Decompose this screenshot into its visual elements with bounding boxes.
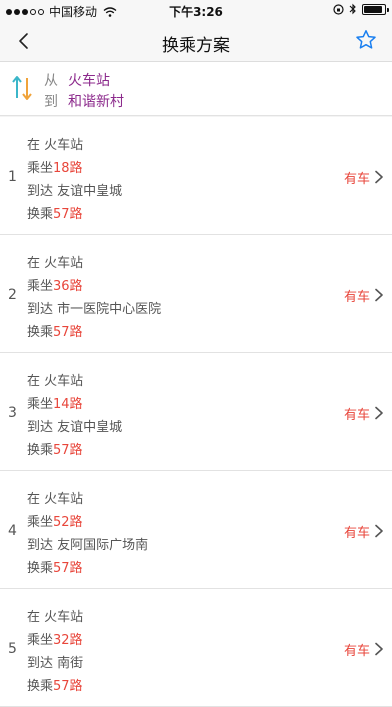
take-label: 乘坐 [27,633,54,648]
plan-start-station: 火车站 [44,374,84,389]
plan-transfer-route: 57路 [53,443,83,458]
plan-bus-route: 32路 [53,633,83,648]
plan-item[interactable]: 2 在 火车站 乘坐36路 到达 市一医院中心医院 换乘57路 有车 [0,235,392,353]
battery-fill [364,5,382,13]
status-bar: 中国移动 下午3:26 [0,0,392,20]
to-place[interactable]: 和谐新村 [68,91,124,111]
chevron-right-icon [375,406,383,420]
plan-start-line: 在 火车站 [27,370,83,389]
lock-rotation-icon [333,3,344,15]
route-header: 从 火车站 到 和谐新村 [0,62,392,116]
plan-transfer-route: 57路 [53,679,83,694]
to-label: 到 [44,94,58,110]
plan-bus-line: 乘坐18路 [27,157,83,176]
take-label: 乘坐 [27,161,54,176]
plan-arrive-station: 南街 [57,656,84,671]
chevron-right-icon [375,524,383,538]
chevron-right-icon [375,170,383,184]
plan-bus-route: 18路 [53,161,83,176]
arrive-label: 到达 [27,302,54,317]
at-label: 在 [27,492,41,507]
at-label: 在 [27,138,41,153]
route-from-row: 从 火车站 [44,70,110,90]
arrive-label: 到达 [27,184,54,199]
plan-transfer-line: 换乘57路 [27,439,83,458]
plan-start-station: 火车站 [44,610,84,625]
bluetooth-icon [349,3,356,15]
from-label: 从 [44,73,58,89]
transfer-label: 换乘 [27,207,54,222]
page-title: 换乘方案 [162,36,230,56]
plan-arrive-station: 友谊中皇城 [57,184,123,199]
availability-badge: 有车 [343,172,370,187]
transfer-label: 换乘 [27,679,54,694]
plan-item[interactable]: 3 在 火车站 乘坐14路 到达 友谊中皇城 换乘57路 有车 [0,353,392,471]
plan-arrive-station: 友阿国际广场南 [57,538,149,553]
plan-start-station: 火车站 [44,492,84,507]
transfer-label: 换乘 [27,325,54,340]
plan-transfer-line: 换乘57路 [27,675,83,694]
availability-badge: 有车 [343,290,370,305]
from-place[interactable]: 火车站 [68,70,110,90]
arrive-label: 到达 [27,538,54,553]
status-right [333,3,389,15]
plan-arrive-station: 市一医院中心医院 [57,302,162,317]
plan-transfer-line: 换乘57路 [27,203,83,222]
plan-bus-route: 52路 [53,515,83,530]
take-label: 乘坐 [27,279,54,294]
plan-bus-line: 乘坐14路 [27,393,83,412]
plan-start-line: 在 火车站 [27,134,83,153]
at-label: 在 [27,610,41,625]
plan-arrive-line: 到达 市一医院中心医院 [27,298,161,317]
route-to-row: 到 和谐新村 [44,91,124,111]
plan-list: 1 在 火车站 乘坐18路 到达 友谊中皇城 换乘57路 有车 2 在 火车站 … [0,117,392,707]
plan-item[interactable]: 1 在 火车站 乘坐18路 到达 友谊中皇城 换乘57路 有车 [0,117,392,235]
plan-arrive-line: 到达 友阿国际广场南 [27,534,148,553]
battery-icon [362,3,389,15]
plan-index: 1 [8,169,17,185]
plan-start-station: 火车站 [44,138,84,153]
plan-transfer-line: 换乘57路 [27,321,83,340]
chevron-right-icon [375,288,383,302]
plan-start-line: 在 火车站 [27,488,83,507]
plan-index: 5 [8,641,17,657]
plan-arrive-station: 友谊中皇城 [57,420,123,435]
plan-item[interactable]: 4 在 火车站 乘坐52路 到达 友阿国际广场南 换乘57路 有车 [0,471,392,589]
plan-transfer-line: 换乘57路 [27,557,83,576]
plan-arrive-line: 到达 友谊中皇城 [27,416,122,435]
plan-index: 3 [8,405,17,421]
availability-badge: 有车 [343,408,370,423]
plan-bus-line: 乘坐36路 [27,275,83,294]
plan-arrive-line: 到达 友谊中皇城 [27,180,122,199]
take-label: 乘坐 [27,515,54,530]
plan-bus-line: 乘坐52路 [27,511,83,530]
plan-item[interactable]: 5 在 火车站 乘坐32路 到达 南街 换乘57路 有车 [0,589,392,707]
plan-index: 4 [8,523,17,539]
arrive-label: 到达 [27,656,54,671]
plan-transfer-route: 57路 [53,561,83,576]
plan-transfer-route: 57路 [53,325,83,340]
favorite-star-icon[interactable] [354,28,378,52]
at-label: 在 [27,256,41,271]
plan-bus-route: 14路 [53,397,83,412]
transfer-label: 换乘 [27,443,54,458]
nav-bar: 换乘方案 [0,20,392,62]
plan-start-line: 在 火车站 [27,606,83,625]
availability-badge: 有车 [343,526,370,541]
chevron-right-icon [375,642,383,656]
plan-bus-route: 36路 [53,279,83,294]
take-label: 乘坐 [27,397,54,412]
arrive-label: 到达 [27,420,54,435]
at-label: 在 [27,374,41,389]
plan-start-line: 在 火车站 [27,252,83,271]
plan-bus-line: 乘坐32路 [27,629,83,648]
availability-badge: 有车 [343,644,370,659]
plan-index: 2 [8,287,17,303]
plan-transfer-route: 57路 [53,207,83,222]
transfer-label: 换乘 [27,561,54,576]
swap-route-icon[interactable] [10,72,34,104]
plan-start-station: 火车站 [44,256,84,271]
plan-arrive-line: 到达 南街 [27,652,83,671]
